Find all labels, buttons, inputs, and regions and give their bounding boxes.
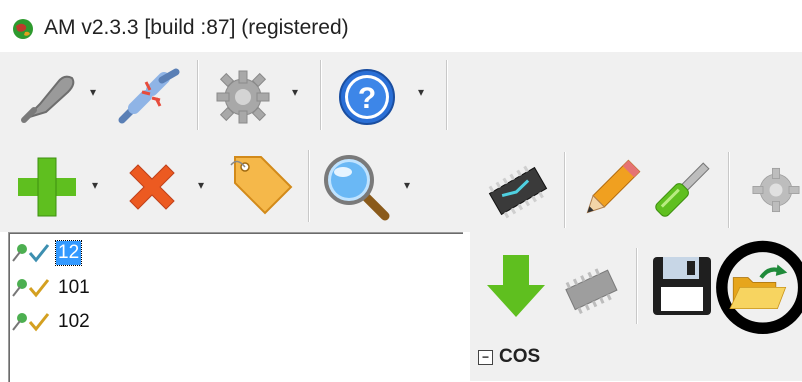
toolbar-separator [308, 150, 309, 222]
check-icon [28, 279, 50, 298]
chip-gray-button[interactable] [556, 258, 626, 320]
cos-label: COS [499, 346, 541, 367]
add-button[interactable] [10, 154, 84, 220]
connect-dropdown-arrow[interactable]: ▾ [90, 85, 96, 99]
add-dropdown-arrow[interactable]: ▾ [92, 178, 98, 192]
screwdriver-icon [655, 162, 710, 217]
toolbar-separator [320, 60, 321, 130]
pin-icon [12, 244, 27, 262]
globe-icon [13, 19, 33, 39]
plug-icon [21, 75, 75, 123]
main-toolbar: ▾ ▾ ? ▾ [0, 52, 802, 140]
help-button[interactable]: ? [332, 66, 402, 128]
tree-item-102[interactable]: 102 [10, 309, 92, 335]
actions-toolbar: ▾ ▾ ▾ [0, 140, 470, 232]
tree-item-label: 101 [58, 277, 90, 298]
settings-dropdown-arrow[interactable]: ▾ [292, 85, 298, 99]
toolbar-separator [446, 60, 447, 130]
delete-button[interactable] [116, 156, 188, 218]
search-dropdown-arrow[interactable]: ▾ [404, 178, 410, 192]
pencil-icon [586, 159, 641, 214]
window-title: AM v2.3.3 [build :87] (registered) [44, 16, 349, 39]
download-button[interactable] [478, 248, 554, 324]
search-button[interactable] [318, 152, 396, 222]
tool-button[interactable] [646, 152, 718, 228]
toolbar-separator [197, 60, 198, 130]
tree-item-101[interactable]: 101 [10, 275, 92, 301]
check-icon [28, 244, 50, 263]
gear-icon [216, 70, 270, 124]
gear-icon [752, 167, 800, 213]
panel-settings-button[interactable] [736, 152, 802, 228]
plug-disconnect-icon [118, 68, 180, 124]
plus-icon [18, 157, 76, 217]
tree-item-label: 12 [54, 240, 83, 266]
chip-icon [488, 165, 548, 219]
disconnect-button[interactable] [112, 66, 186, 128]
cos-section[interactable]: − COS [478, 346, 540, 368]
help-icon: ? [339, 69, 395, 125]
pin-icon [12, 313, 27, 331]
tag-button[interactable] [222, 150, 298, 220]
collapse-toggle-icon[interactable]: − [478, 349, 493, 365]
pin-icon [12, 279, 27, 297]
check-icon [28, 313, 50, 332]
magnifier-icon [324, 155, 390, 221]
toolbar-separator [636, 248, 637, 324]
edit-button[interactable] [574, 152, 646, 228]
chip-button[interactable] [478, 156, 558, 226]
chip-gray-icon [565, 268, 618, 314]
toolbar-separator [728, 152, 729, 228]
settings-button[interactable] [208, 66, 278, 128]
toolbar-separator [564, 152, 565, 228]
tag-icon [230, 156, 293, 215]
tree-item-12[interactable]: 12 [10, 240, 83, 266]
open-button[interactable] [706, 234, 802, 344]
delete-dropdown-arrow[interactable]: ▾ [198, 178, 204, 192]
right-panel: − COS [470, 140, 802, 381]
tree-item-label: 102 [58, 311, 90, 332]
connect-button[interactable] [14, 66, 84, 128]
delete-icon [129, 164, 175, 210]
svg-text:?: ? [358, 82, 376, 115]
title-bar: AM v2.3.3 [build :87] (registered) [0, 0, 802, 52]
open-folder-icon [716, 240, 802, 334]
download-arrow-icon [487, 255, 545, 317]
help-dropdown-arrow[interactable]: ▾ [418, 85, 424, 99]
